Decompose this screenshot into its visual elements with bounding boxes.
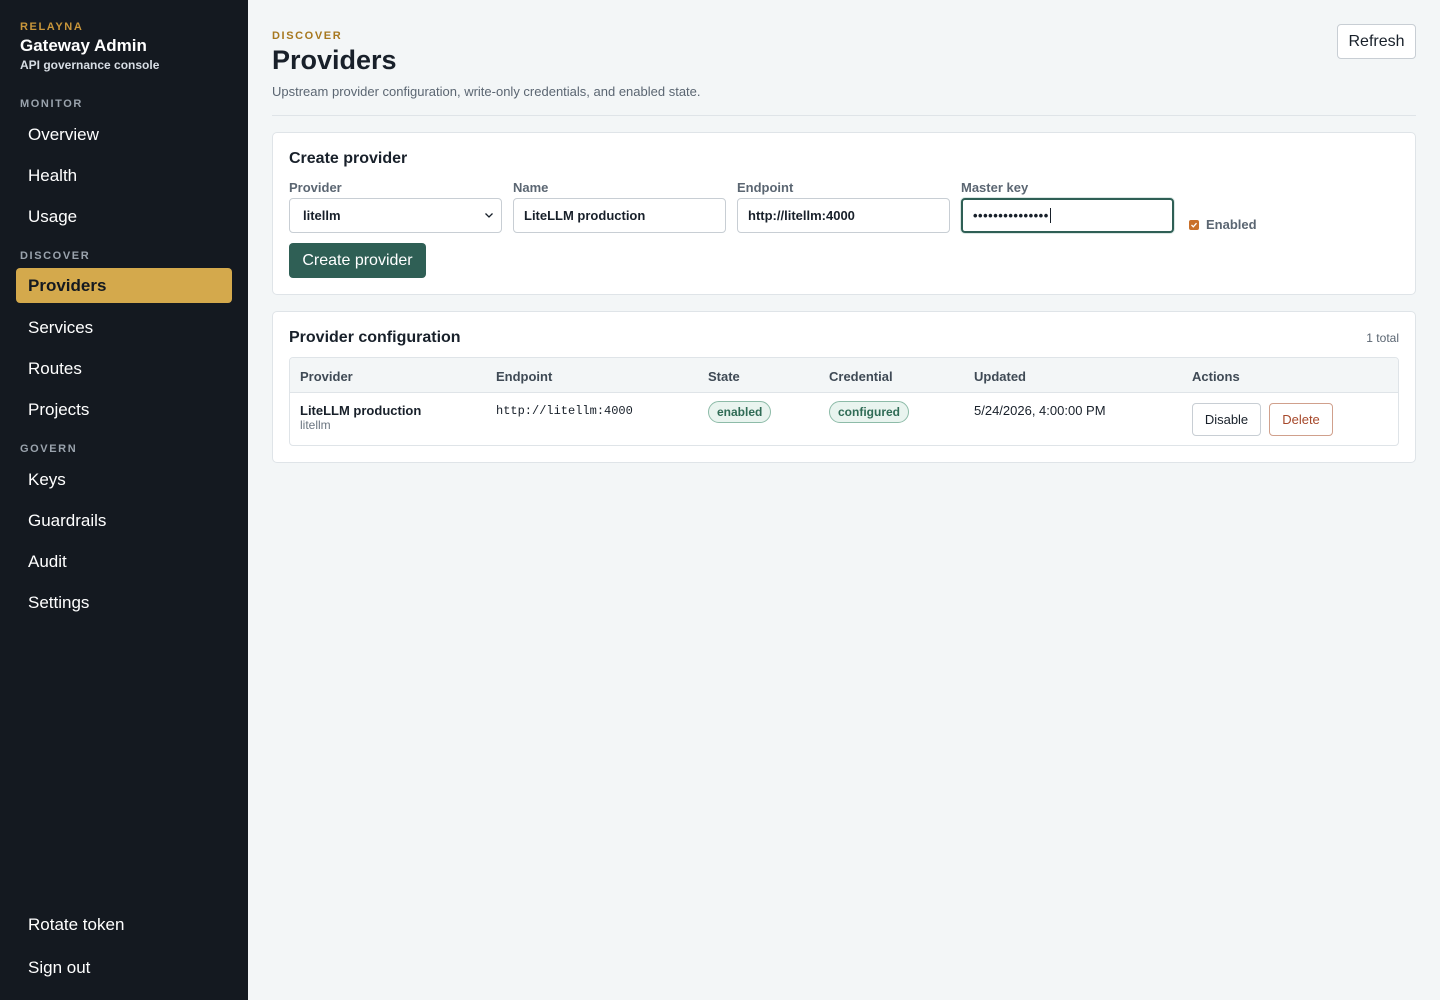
sidebar-item-usage[interactable]: Usage <box>16 199 232 234</box>
provider-field-label: Provider <box>289 180 342 195</box>
page-description: Upstream provider configuration, write-o… <box>272 84 701 99</box>
main-content: DISCOVER Providers Upstream provider con… <box>248 0 1440 1000</box>
credential-badge: configured <box>829 401 909 423</box>
sidebar-item-health[interactable]: Health <box>16 158 232 193</box>
checkbox-checked-icon <box>1189 219 1199 230</box>
sidebar-item-keys[interactable]: Keys <box>16 462 232 497</box>
sidebar-item-projects[interactable]: Projects <box>16 392 232 427</box>
provider-select[interactable]: litellm <box>289 198 502 233</box>
nav-section-discover: DISCOVER <box>20 250 91 262</box>
create-provider-button[interactable]: Create provider <box>289 243 426 278</box>
table-header: Provider Endpoint State Credential Updat… <box>290 358 1398 393</box>
provider-configuration-card: Provider configuration 1 total Provider … <box>272 311 1416 463</box>
column-header-provider: Provider <box>300 369 353 384</box>
total-count: 1 total <box>1366 331 1399 345</box>
create-provider-card: Create provider Provider litellm Name Li… <box>272 132 1416 295</box>
chevron-down-icon <box>485 213 493 218</box>
column-header-endpoint: Endpoint <box>496 369 553 384</box>
sidebar-item-overview[interactable]: Overview <box>16 117 232 152</box>
sidebar-item-guardrails[interactable]: Guardrails <box>16 503 232 538</box>
provider-type: litellm <box>300 418 331 432</box>
sidebar-item-routes[interactable]: Routes <box>16 351 232 386</box>
disable-button[interactable]: Disable <box>1192 403 1261 436</box>
master-key-field-label: Master key <box>961 180 1029 195</box>
column-header-actions: Actions <box>1192 369 1240 384</box>
sign-out-button[interactable]: Sign out <box>16 950 232 985</box>
endpoint-input-value: http://litellm:4000 <box>748 208 855 223</box>
sidebar: RELAYNA Gateway Admin API governance con… <box>0 0 248 1000</box>
sidebar-item-settings[interactable]: Settings <box>16 585 232 620</box>
sidebar-item-providers[interactable]: Providers <box>16 268 232 303</box>
provider-name: LiteLLM production <box>300 403 422 418</box>
column-header-credential: Credential <box>829 369 893 384</box>
rotate-token-button[interactable]: Rotate token <box>16 907 232 942</box>
brand-title: Gateway Admin <box>20 36 147 55</box>
name-field-label: Name <box>513 180 549 195</box>
nav-section-monitor: MONITOR <box>20 98 83 110</box>
enabled-checkbox[interactable]: Enabled <box>1189 217 1257 232</box>
enabled-label: Enabled <box>1206 217 1257 232</box>
brand-subtitle: API governance console <box>20 58 160 72</box>
name-input-value: LiteLLM production <box>524 208 646 223</box>
column-header-state: State <box>708 369 740 384</box>
header-divider <box>272 115 1416 116</box>
name-input[interactable]: LiteLLM production <box>513 198 726 233</box>
provider-select-value: litellm <box>303 208 341 223</box>
updated-timestamp: 5/24/2026, 4:00:00 PM <box>974 403 1106 418</box>
page-title: Providers <box>272 45 397 75</box>
column-header-updated: Updated <box>974 369 1026 384</box>
create-provider-title: Create provider <box>289 150 408 167</box>
endpoint-input[interactable]: http://litellm:4000 <box>737 198 950 233</box>
sidebar-item-services[interactable]: Services <box>16 310 232 345</box>
provider-configuration-title: Provider configuration <box>289 329 461 346</box>
refresh-button[interactable]: Refresh <box>1337 24 1416 59</box>
text-caret <box>1049 208 1051 223</box>
sidebar-item-audit[interactable]: Audit <box>16 544 232 579</box>
nav-section-govern: GOVERN <box>20 443 78 455</box>
delete-button[interactable]: Delete <box>1269 403 1333 436</box>
page-eyebrow: DISCOVER <box>272 30 343 42</box>
brand-eyebrow: RELAYNA <box>20 21 84 33</box>
endpoint-field-label: Endpoint <box>737 180 794 195</box>
master-key-input[interactable]: ••••••••••••••• <box>961 198 1174 233</box>
providers-table: Provider Endpoint State Credential Updat… <box>289 357 1399 446</box>
state-badge: enabled <box>708 401 772 423</box>
provider-endpoint: http://litellm:4000 <box>496 404 633 418</box>
master-key-masked-value: ••••••••••••••• <box>973 208 1049 223</box>
